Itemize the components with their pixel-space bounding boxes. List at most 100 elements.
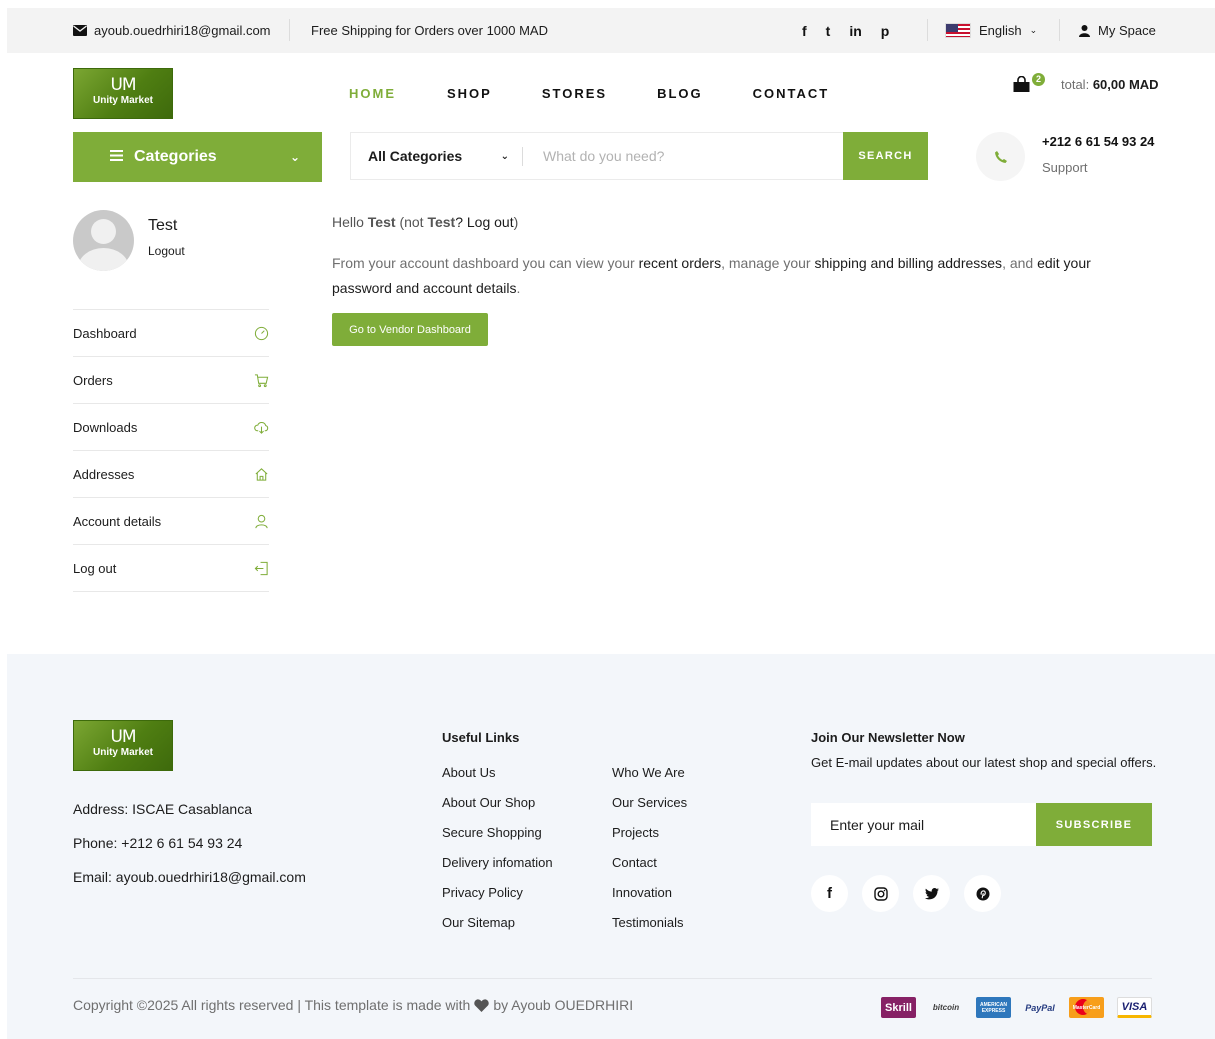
nav-shop[interactable]: SHOP (447, 86, 492, 101)
footer-link[interactable]: Secure Shopping (442, 825, 542, 840)
account-menu-logout[interactable]: Log out (73, 545, 269, 592)
addresses-link[interactable]: shipping and billing addresses (814, 255, 1002, 271)
account-menu-label: Account details (73, 513, 162, 529)
copyright: Copyright ©2025 All rights reserved | Th… (73, 997, 633, 1013)
topbar-divider (927, 19, 928, 41)
footer-link[interactable]: Privacy Policy (442, 885, 523, 900)
twitter-icon[interactable] (913, 875, 950, 912)
linkedin-icon[interactable]: in (849, 23, 861, 39)
site-logo[interactable]: UM Unity Market (73, 68, 173, 119)
account-menu-label: Orders (73, 372, 113, 388)
all-categories-label: All Categories (368, 148, 463, 164)
desc-text: , and (1002, 255, 1038, 271)
account-menu-label: Downloads (73, 419, 138, 435)
shopping-bag-icon[interactable]: 2 (1013, 73, 1045, 92)
topbar-email[interactable]: ayoub.ouedrhiri18@gmail.com (73, 8, 271, 53)
topbar-divider (1059, 19, 1060, 41)
footer-link[interactable]: About Our Shop (442, 795, 535, 810)
search-button[interactable]: SEARCH (843, 132, 928, 180)
footer-link[interactable]: Our Services (612, 795, 687, 810)
desc-text: . (516, 280, 521, 296)
subscribe-button[interactable]: SUBSCRIBE (1036, 803, 1152, 846)
language-selector[interactable]: English ⌄ (945, 8, 1037, 53)
footer-link[interactable]: Delivery infomation (442, 855, 553, 870)
logo-mark: UM (110, 727, 136, 747)
pinterest-icon[interactable]: p (881, 23, 890, 39)
newsletter-text: Get E-mail updates about our latest shop… (811, 755, 1157, 770)
facebook-icon[interactable]: f (802, 23, 807, 39)
pinterest-icon[interactable] (964, 875, 1001, 912)
footer-link[interactable]: Who We Are (612, 765, 685, 780)
footer-link[interactable]: About Us (442, 765, 495, 780)
support-phone: +212 6 61 54 93 24 (1042, 134, 1155, 149)
account-menu: Dashboard Orders Downloads Addresses Acc… (73, 309, 269, 592)
footer-logo[interactable]: UM Unity Market (73, 720, 173, 771)
bitcoin-logo: bitcoin (932, 1003, 960, 1012)
footer: UM Unity Market Address: ISCAE Casablanc… (7, 654, 1215, 1039)
footer-link[interactable]: Testimonials (612, 915, 684, 930)
footer-divider (73, 978, 1152, 979)
footer-address: Address: ISCAE Casablanca (73, 801, 252, 817)
account-menu-label: Log out (73, 560, 117, 576)
greeting-paren: ) (513, 214, 519, 230)
copyright-text: Copyright ©2025 All rights reserved | Th… (73, 997, 471, 1013)
skrill-logo: Skrill (881, 997, 916, 1018)
mastercard-logo: MasterCard (1069, 997, 1104, 1018)
account-menu-downloads[interactable]: Downloads (73, 404, 269, 451)
desc-text: From your account dashboard you can view… (332, 255, 639, 271)
categories-button[interactable]: Categories ⌄ (73, 132, 322, 182)
newsletter-email-input[interactable] (811, 803, 1036, 846)
account-menu-label: Addresses (73, 466, 135, 482)
greeting: Hello Test (not Test? Log out) (332, 214, 518, 230)
my-space-label: My Space (1098, 23, 1156, 38)
account-menu-dashboard[interactable]: Dashboard (73, 310, 269, 357)
account-menu-orders[interactable]: Orders (73, 357, 269, 404)
footer-link[interactable]: Innovation (612, 885, 672, 900)
twitter-icon[interactable]: t (826, 23, 831, 39)
useful-links-title: Useful Links (442, 730, 520, 745)
footer-link[interactable]: Contact (612, 855, 657, 870)
logo-mark: UM (110, 75, 136, 95)
nav-contact[interactable]: CONTACT (753, 86, 830, 101)
user-outline-icon (255, 514, 268, 528)
support-label: Support (1042, 160, 1088, 175)
search-input[interactable] (523, 133, 843, 179)
account-menu-addresses[interactable]: Addresses (73, 451, 269, 498)
greeting-logout-link[interactable]: ? Log out (455, 214, 513, 230)
phone-icon (976, 132, 1025, 181)
search-bar: All Categories ⌄ SEARCH (350, 132, 928, 180)
envelope-icon (73, 25, 87, 36)
recent-orders-link[interactable]: recent orders (639, 255, 721, 271)
account-menu-account-details[interactable]: Account details (73, 498, 269, 545)
top-bar: ayoub.ouedrhiri18@gmail.com Free Shippin… (7, 8, 1215, 53)
cloud-download-icon (254, 421, 269, 434)
categories-label: Categories (134, 148, 217, 165)
nav-stores[interactable]: STORES (542, 86, 607, 101)
payment-methods: Skrill bitcoin AMERICAN EXPRESS PayPal M… (881, 997, 1152, 1018)
user-icon (1079, 24, 1090, 37)
copyright-author: by Ayoub OUEDRHIRI (493, 997, 634, 1013)
instagram-icon[interactable] (862, 875, 899, 912)
nav-blog[interactable]: BLOG (657, 86, 703, 101)
logout-icon (254, 561, 268, 575)
vendor-dashboard-button[interactable]: Go to Vendor Dashboard (332, 313, 488, 346)
cart-total-label: total: (1061, 76, 1090, 92)
all-categories-select[interactable]: All Categories ⌄ (351, 133, 523, 179)
language-label: English (979, 23, 1022, 38)
home-icon (255, 467, 268, 481)
dashboard-description: From your account dashboard you can view… (332, 251, 1122, 301)
logo-name: Unity Market (92, 747, 153, 758)
footer-link[interactable]: Our Sitemap (442, 915, 515, 930)
my-space-link[interactable]: My Space (1079, 8, 1156, 53)
account-logout-link[interactable]: Logout (148, 244, 185, 258)
chevron-down-icon: ⌄ (1029, 25, 1038, 35)
amex-logo: AMERICAN EXPRESS (976, 997, 1011, 1018)
cart-summary[interactable]: 2 total: 60,00 MAD (1013, 73, 1159, 92)
nav-home[interactable]: HOME (349, 86, 396, 101)
chevron-down-icon: ⌄ (289, 150, 300, 164)
footer-link[interactable]: Projects (612, 825, 659, 840)
account-menu-label: Dashboard (73, 325, 137, 341)
desc-text: , manage your (721, 255, 815, 271)
facebook-icon[interactable]: f (811, 875, 848, 912)
logo-name: Unity Market (92, 95, 153, 106)
